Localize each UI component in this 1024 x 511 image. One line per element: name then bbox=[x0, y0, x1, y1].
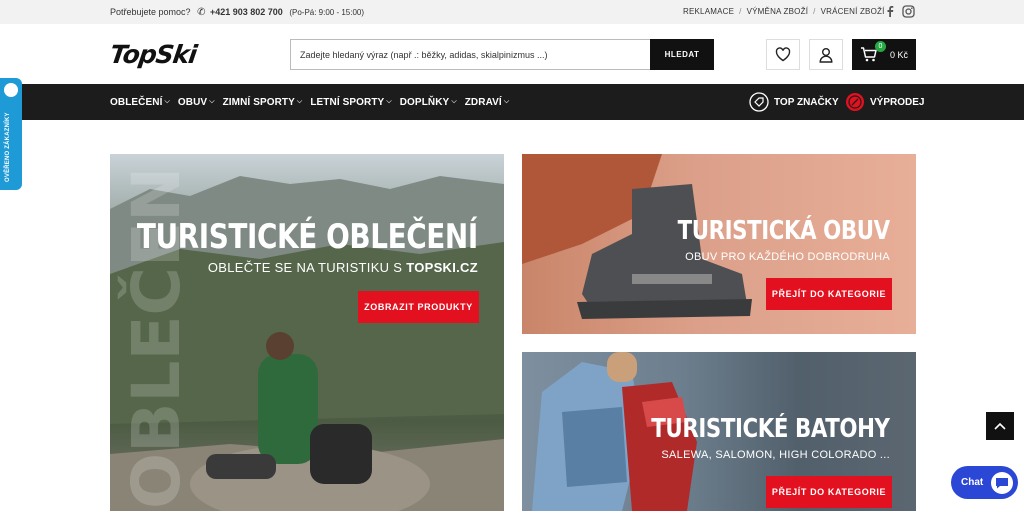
banner-title: TURISTICKÉ OBLEČENÍ bbox=[137, 217, 478, 257]
cart-icon: 0 bbox=[860, 40, 886, 65]
tag-icon bbox=[749, 92, 769, 112]
banner-subtitle: OBUV PRO KAŽDÉHO DOBRODRUHA bbox=[685, 251, 890, 263]
phone-number[interactable]: +421 903 802 700 bbox=[210, 7, 283, 17]
search-input[interactable] bbox=[291, 40, 651, 69]
top-bar: Potřebujete pomoc? ✆ +421 903 802 700 (P… bbox=[0, 0, 1024, 24]
go-to-category-button[interactable]: PŘEJÍT DO KATEGORIE bbox=[766, 278, 892, 310]
verified-label: OVĚŘENO ZÁKAZNÍKY bbox=[5, 112, 11, 182]
banner-hiking-shoes[interactable]: TURISTICKÁ OBUV OBUV PRO KAŽDÉHO DOBRODR… bbox=[522, 154, 916, 334]
cart-total: 0 Kč bbox=[890, 49, 909, 60]
cart-button[interactable]: 0 0 Kč bbox=[852, 39, 916, 70]
banner-subtitle: OBLEČTE SE NA TURISTIKU S TOPSKI.CZ bbox=[207, 260, 478, 275]
banner-title: TURISTICKÁ OBUV bbox=[677, 216, 891, 246]
chevron-down-icon: ⌵ bbox=[451, 98, 457, 105]
chat-button[interactable]: Chat bbox=[951, 466, 1018, 499]
nav-sale[interactable]: VÝPRODEJ bbox=[845, 84, 924, 120]
banner-hiking-backpacks[interactable]: TURISTICKÉ BATOHY SALEWA, SALOMON, HIGH … bbox=[522, 352, 916, 511]
opening-hours: (Po-Pá: 9:00 - 15:00) bbox=[289, 8, 365, 17]
search-bar: HLEDAT bbox=[290, 39, 714, 70]
banner-title: TURISTICKÉ BATOHY bbox=[651, 414, 891, 444]
wishlist-button[interactable] bbox=[766, 39, 800, 70]
nav-item-obuv[interactable]: OBUV ⌵ bbox=[178, 97, 215, 108]
nav-item-zdravi[interactable]: ZDRAVÍ ⌵ bbox=[465, 97, 510, 108]
show-products-button[interactable]: ZOBRAZIT PRODUKTY bbox=[358, 291, 479, 323]
chat-bubble-icon bbox=[991, 471, 1014, 494]
link-reklamace[interactable]: REKLAMACE bbox=[683, 7, 734, 16]
search-button[interactable]: HLEDAT bbox=[650, 39, 714, 70]
chevron-down-icon: ⌵ bbox=[209, 98, 215, 105]
nav-item-obleceni[interactable]: OBLEČENÍ ⌵ bbox=[110, 97, 170, 108]
percent-icon bbox=[846, 93, 864, 111]
main-navigation: OBLEČENÍ ⌵ OBUV ⌵ ZIMNÍ SPORTY ⌵ LETNÍ SPOR… bbox=[0, 84, 1024, 120]
scroll-to-top-button[interactable] bbox=[986, 412, 1014, 440]
banner-hiking-clothing[interactable]: OBLEČEN TURISTICKÉ OBLEČENÍ OBLEČTE SE N… bbox=[110, 154, 504, 511]
cart-count-badge: 0 bbox=[875, 40, 886, 52]
facebook-icon[interactable] bbox=[885, 5, 895, 20]
nav-item-doplnky[interactable]: DOPLŇKY ⌵ bbox=[400, 97, 457, 108]
heart-icon bbox=[775, 47, 791, 62]
chevron-down-icon: ⌵ bbox=[503, 98, 510, 105]
chevron-down-icon: ⌵ bbox=[296, 98, 303, 105]
verified-customers-widget[interactable]: OVĚŘENO ZÁKAZNÍKY bbox=[0, 78, 22, 190]
chat-label: Chat bbox=[961, 477, 984, 488]
link-vraceni-zbozi[interactable]: VRÁCENÍ ZBOŽÍ bbox=[821, 7, 885, 16]
link-vymena-zbozi[interactable]: VÝMĚNA ZBOŽÍ bbox=[747, 7, 809, 16]
nav-item-zimni-sporty[interactable]: ZIMNÍ SPORTY ⌵ bbox=[223, 97, 303, 108]
nav-top-brands[interactable]: TOP ZNAČKY bbox=[749, 84, 839, 120]
phone-icon: ✆ bbox=[197, 7, 206, 18]
account-button[interactable] bbox=[809, 39, 843, 70]
instagram-icon[interactable] bbox=[902, 5, 915, 21]
topski-logo[interactable]: TopSki bbox=[108, 40, 242, 70]
chevron-down-icon: ⌵ bbox=[386, 98, 392, 105]
user-icon bbox=[819, 47, 833, 63]
go-to-category-button[interactable]: PŘEJÍT DO KATEGORIE bbox=[766, 476, 892, 508]
nav-item-letni-sporty[interactable]: LETNÍ SPORTY ⌵ bbox=[310, 97, 391, 108]
chevron-up-icon bbox=[994, 422, 1006, 430]
service-links: REKLAMACE / VÝMĚNA ZBOŽÍ / VRÁCENÍ ZBOŽÍ bbox=[683, 7, 885, 16]
help-contact: Potřebujete pomoc? ✆ +421 903 802 700 (P… bbox=[110, 7, 364, 18]
verified-badge-icon bbox=[4, 83, 18, 97]
help-text: Potřebujete pomoc? bbox=[110, 7, 191, 17]
chevron-down-icon: ⌵ bbox=[164, 98, 170, 105]
banner-subtitle: SALEWA, SALOMON, HIGH COLORADO ... bbox=[661, 449, 890, 461]
